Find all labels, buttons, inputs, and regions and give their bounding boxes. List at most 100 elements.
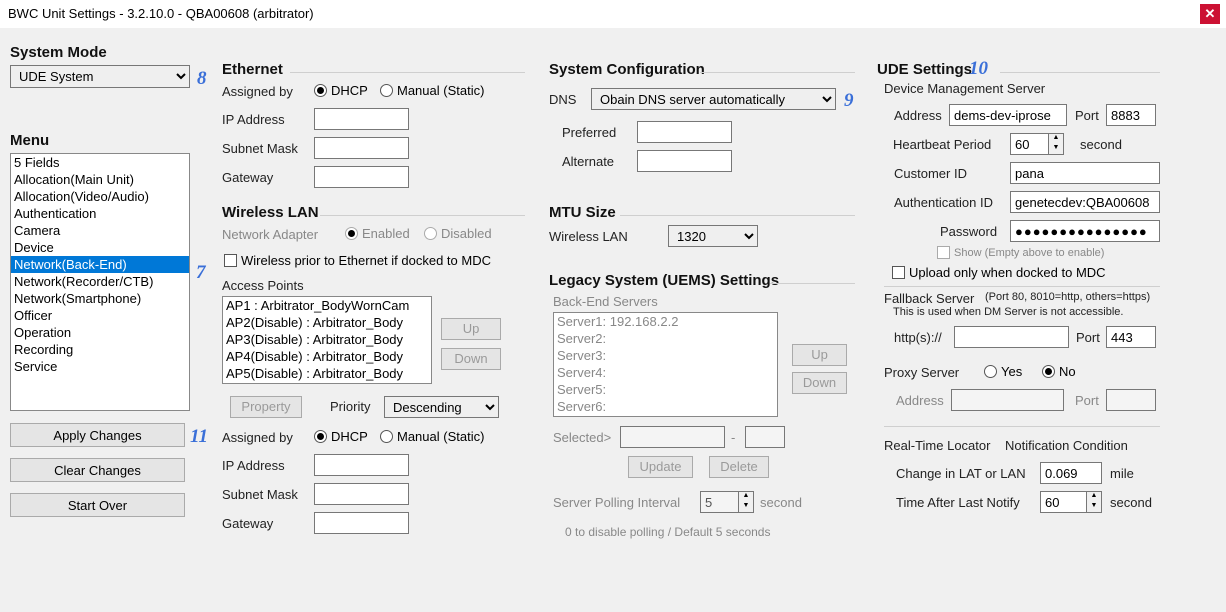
- custid-input[interactable]: [1010, 162, 1160, 184]
- server-item: Server5:: [554, 381, 777, 398]
- wlan-assigned-by-label: Assigned by: [222, 430, 293, 445]
- system-mode-select[interactable]: UDE System: [10, 65, 190, 88]
- fallback-port-input[interactable]: [1106, 326, 1156, 348]
- menu-item[interactable]: Service: [11, 358, 189, 375]
- divider: [884, 426, 1160, 427]
- divider: [620, 215, 855, 216]
- proxy-port-input: [1106, 389, 1156, 411]
- dns-alternate-input[interactable]: [637, 150, 732, 172]
- fallback-hint: (Port 80, 8010=http, others=https): [985, 291, 1150, 303]
- legacy-selected-input: [620, 426, 725, 448]
- ap-item[interactable]: AP3(Disable) : Arbitrator_Body: [223, 331, 431, 348]
- dns-select[interactable]: Obain DNS server automatically: [591, 88, 836, 110]
- dms-address-label: Address: [894, 108, 942, 123]
- legacy-selected-label: Selected>: [553, 430, 611, 445]
- menu-item[interactable]: Allocation(Video/Audio): [11, 188, 189, 205]
- ap-item[interactable]: AP5(Disable) : Arbitrator_Body: [223, 365, 431, 382]
- legacy-poll-unit: second: [760, 495, 802, 510]
- menu-item[interactable]: Recording: [11, 341, 189, 358]
- wlan-ip-input[interactable]: [314, 454, 409, 476]
- eth-subnet-input[interactable]: [314, 137, 409, 159]
- menu-item[interactable]: Camera: [11, 222, 189, 239]
- dms-port-input[interactable]: [1106, 104, 1156, 126]
- legacy-down-button: Down: [792, 372, 847, 394]
- mtu-wlan-label: Wireless LAN: [549, 229, 628, 244]
- menu-item[interactable]: 5 Fields: [11, 154, 189, 171]
- eth-subnet-label: Subnet Mask: [222, 141, 298, 156]
- heartbeat-spin[interactable]: ▲▼: [1010, 133, 1064, 155]
- callout-7: 7: [196, 262, 218, 284]
- divider: [320, 215, 525, 216]
- show-password-check: Show (Empty above to enable): [937, 246, 1104, 259]
- syscfg-title: System Configuration: [549, 61, 705, 78]
- wlan-title: Wireless LAN: [222, 204, 319, 221]
- dms-label: Device Management Server: [884, 81, 1045, 96]
- legacy-poll-spin: ▲▼: [700, 491, 754, 513]
- menu-list[interactable]: 5 FieldsAllocation(Main Unit)Allocation(…: [10, 153, 190, 411]
- wlan-ip-label: IP Address: [222, 458, 285, 473]
- legacy-poll-hint: 0 to disable polling / Default 5 seconds: [565, 525, 770, 539]
- ude-title: UDE Settings: [877, 61, 972, 78]
- legacy-up-button: Up: [792, 344, 847, 366]
- eth-manual-radio[interactable]: Manual (Static): [380, 83, 484, 98]
- mile-label: mile: [1110, 466, 1134, 481]
- upload-docked-check[interactable]: Upload only when docked to MDC: [892, 265, 1106, 280]
- legacy-dash: -: [731, 430, 735, 445]
- ap-down-button[interactable]: Down: [441, 348, 501, 370]
- wlan-gateway-label: Gateway: [222, 516, 273, 531]
- ap-list[interactable]: AP1 : Arbitrator_BodyWornCamAP2(Disable)…: [222, 296, 432, 384]
- ap-up-button[interactable]: Up: [441, 318, 501, 340]
- proxy-label: Proxy Server: [884, 365, 959, 380]
- https-prefix: http(s)://: [894, 330, 942, 345]
- menu-item[interactable]: Allocation(Main Unit): [11, 171, 189, 188]
- time-after-label: Time After Last Notify: [896, 495, 1020, 510]
- menu-item[interactable]: Device: [11, 239, 189, 256]
- apply-changes-button[interactable]: Apply Changes: [10, 423, 185, 447]
- divider: [770, 283, 855, 284]
- password-input[interactable]: [1010, 220, 1160, 242]
- close-button[interactable]: ✕: [1200, 4, 1220, 24]
- mtu-select[interactable]: 1320: [668, 225, 758, 247]
- menu-item[interactable]: Network(Back-End): [11, 256, 189, 273]
- server-item: Server2:: [554, 330, 777, 347]
- change-lat-input[interactable]: [1040, 462, 1102, 484]
- ap-property-button[interactable]: Property: [230, 396, 302, 418]
- menu-item[interactable]: Network(Smartphone): [11, 290, 189, 307]
- wlan-prior-check[interactable]: Wireless prior to Ethernet if docked to …: [224, 253, 491, 268]
- custid-label: Customer ID: [894, 166, 967, 181]
- eth-dhcp-radio[interactable]: DHCP: [314, 83, 368, 98]
- wlan-manual-radio[interactable]: Manual (Static): [380, 429, 484, 444]
- ap-item[interactable]: AP4(Disable) : Arbitrator_Body: [223, 348, 431, 365]
- menu-item[interactable]: Authentication: [11, 205, 189, 222]
- change-lat-label: Change in LAT or LAN: [896, 466, 1026, 481]
- dns-alternate-label: Alternate: [562, 154, 614, 169]
- ethernet-title: Ethernet: [222, 61, 283, 78]
- proxy-no-radio[interactable]: No: [1042, 364, 1076, 379]
- dms-address-input[interactable]: [949, 104, 1067, 126]
- ap-item[interactable]: AP1 : Arbitrator_BodyWornCam: [223, 297, 431, 314]
- wlan-gateway-input[interactable]: [314, 512, 409, 534]
- password-label: Password: [940, 224, 997, 239]
- proxy-addr-label: Address: [896, 393, 944, 408]
- fallback-address-input[interactable]: [954, 326, 1069, 348]
- eth-ip-input[interactable]: [314, 108, 409, 130]
- proxy-yes-radio[interactable]: Yes: [984, 364, 1022, 379]
- start-over-button[interactable]: Start Over: [10, 493, 185, 517]
- authid-input[interactable]: [1010, 191, 1160, 213]
- eth-gateway-input[interactable]: [314, 166, 409, 188]
- menu-item[interactable]: Officer: [11, 307, 189, 324]
- dns-label: DNS: [549, 92, 576, 107]
- dns-preferred-input[interactable]: [637, 121, 732, 143]
- menu-item[interactable]: Network(Recorder/CTB): [11, 273, 189, 290]
- ap-item[interactable]: AP2(Disable) : Arbitrator_Body: [223, 314, 431, 331]
- wlan-enabled-radio: Enabled: [345, 226, 410, 241]
- notif-label: Notification Condition: [1005, 438, 1128, 453]
- callout-9: 9: [844, 90, 866, 112]
- fallback-note: This is used when DM Server is not acces…: [893, 306, 1123, 318]
- time-after-spin[interactable]: ▲▼: [1040, 491, 1102, 513]
- clear-changes-button[interactable]: Clear Changes: [10, 458, 185, 482]
- wlan-priority-select[interactable]: Descending: [384, 396, 499, 418]
- wlan-dhcp-radio[interactable]: DHCP: [314, 429, 368, 444]
- menu-item[interactable]: Operation: [11, 324, 189, 341]
- wlan-subnet-input[interactable]: [314, 483, 409, 505]
